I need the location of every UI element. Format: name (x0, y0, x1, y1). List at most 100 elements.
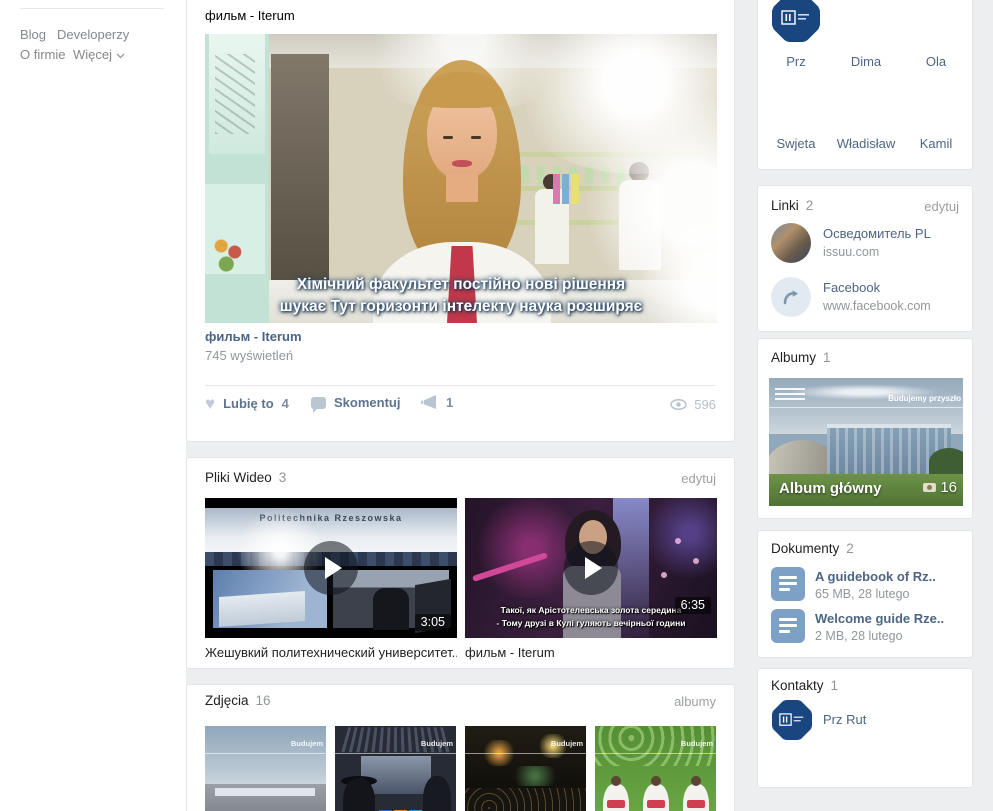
contact-name[interactable]: Prz Rut (823, 712, 866, 727)
external-link-arrow-icon (781, 287, 801, 307)
links-section-card: Linki2 edytuj Осведомитель PL issuu.com … (757, 185, 973, 332)
video-thumbnail-1[interactable]: Politechnika Rzeszowska 3:05 (205, 498, 457, 638)
albums-section-card: Albumy1 Budujemy przyszło Album główny 1… (757, 338, 973, 519)
footer-link-more[interactable]: Więcej (73, 47, 125, 62)
like-count: 4 (282, 396, 289, 411)
comment-button[interactable]: Skomentuj (311, 395, 400, 410)
video2-art-bokeh (693, 558, 699, 564)
photo-thumbnail-3[interactable]: Budujem (465, 726, 586, 811)
post-card: фильм - Iterum (186, 0, 735, 442)
video1-art-seat (373, 588, 409, 630)
videos-edit-link[interactable]: edytuj (681, 471, 716, 486)
video2-art-bokeh (675, 538, 681, 544)
album-name: Album główny (779, 480, 882, 497)
link1-avatar[interactable] (771, 223, 811, 263)
photo3-art-crowd (465, 788, 586, 811)
video-art-eye (471, 136, 481, 139)
members-card: Prz Dima Ola Swjeta Władisław Kamil (757, 0, 973, 170)
post-video-title-link[interactable]: фильм - Iterum (205, 329, 302, 344)
photo-thumbnail-1[interactable]: Budujem (205, 726, 326, 811)
contact-avatar[interactable] (771, 699, 813, 741)
member-name[interactable]: Dima (830, 54, 902, 69)
footer-more-label: Więcej (73, 47, 112, 62)
document-icon[interactable] (771, 609, 805, 643)
album-photo-count: 16 (923, 479, 957, 496)
contacts-section-card: Kontakty1 Prz Rut (757, 668, 973, 788)
member-name[interactable]: Władisław (830, 136, 902, 151)
video1-art-building-shape (219, 591, 305, 627)
member-avatar-prz[interactable] (771, 0, 821, 43)
photo-thumbnail-4[interactable]: Budujem (595, 726, 716, 811)
photos-header-label: Zdjęcia (205, 693, 249, 708)
album-art-logo-text (775, 388, 805, 400)
video-thumbnail-2[interactable]: Такої, як Арістотелевська золота середин… (465, 498, 717, 638)
documents-section-card: Dokumenty 2 A guidebook of Rz.. 65 MB, 28… (757, 530, 973, 658)
document-icon[interactable] (771, 567, 805, 601)
album-art-trees (929, 448, 963, 476)
footer-link-blog[interactable]: Blog (20, 27, 46, 42)
comment-label: Skomentuj (334, 395, 400, 410)
member-name[interactable]: Kamil (900, 136, 972, 151)
footer-divider (20, 8, 164, 9)
chevron-down-icon (116, 53, 125, 59)
album-overlay-slogan: Budujemy przyszło (888, 394, 961, 403)
albums-section-header[interactable]: Albumy1 (771, 350, 831, 365)
documents-section-header[interactable]: Dokumenty 2 (771, 541, 854, 556)
album-cover[interactable]: Budujemy przyszło Album główny 16 (769, 378, 963, 506)
videos-count: 3 (279, 470, 287, 485)
links-header-label: Linki (771, 198, 799, 213)
links-edit-link[interactable]: edytuj (924, 199, 959, 214)
play-icon[interactable] (564, 541, 618, 595)
link2-title[interactable]: Facebook (823, 280, 880, 295)
photo-thumbnail-2[interactable]: Budujem (335, 726, 456, 811)
document1-title[interactable]: A guidebook of Rz.. (815, 569, 936, 584)
document2-title[interactable]: Welcome guide Rze.. (815, 611, 944, 626)
photo4-art-dancer (643, 784, 669, 811)
link1-title[interactable]: Осведомитель PL (823, 226, 931, 241)
photo-watermark: Budujem (421, 739, 453, 748)
photo4-art-dancer (603, 784, 629, 811)
like-button[interactable]: ♥ Lubię to 4 (205, 395, 289, 412)
album-count-number: 16 (940, 479, 957, 496)
photos-albums-link[interactable]: albumy (674, 694, 716, 709)
footer-link-about[interactable]: O firmie (20, 47, 66, 62)
member-name[interactable]: Swjeta (760, 136, 832, 151)
member-name[interactable]: Ola (900, 54, 972, 69)
share-icon (419, 395, 438, 410)
post-video-player[interactable]: Хімічний факультет постійно нові рішення… (205, 34, 717, 323)
post-video-views: 745 wyświetleń (205, 348, 293, 363)
video2-caption[interactable]: фильм - Iterum (465, 645, 717, 660)
video2-art-bokeh (661, 572, 667, 578)
footer-link-developers[interactable]: Developerzy (57, 27, 129, 42)
photo-watermark-line (595, 753, 716, 754)
video-art-door (271, 54, 329, 280)
contacts-section-header[interactable]: Kontakty1 (771, 678, 838, 693)
photo1-art-facade (215, 788, 315, 796)
documents-header-label: Dokumenty (771, 541, 839, 556)
photos-count: 16 (256, 693, 271, 708)
videos-section-header[interactable]: Pliki Wideo3 (205, 470, 286, 485)
heart-icon: ♥ (205, 395, 215, 412)
video-art-test-tubes (553, 174, 579, 204)
video-art-eye (443, 136, 453, 139)
photo-watermark-line (465, 753, 586, 754)
photos-section-card: Zdjęcia 16 albumy Budujem Budujem (186, 684, 735, 811)
links-section-header[interactable]: Linki2 (771, 198, 813, 213)
share-button[interactable]: 1 (419, 395, 453, 410)
photo-watermark: Budujem (291, 739, 323, 748)
post-views-counter: 596 (670, 397, 716, 412)
video2-duration-badge: 6:35 (675, 597, 711, 614)
video1-caption[interactable]: Жешувкий политехнический университет... (205, 645, 457, 660)
document1-meta: 65 MB, 28 lutego (815, 587, 910, 601)
photo-watermark-line (335, 753, 456, 754)
documents-count: 2 (846, 541, 854, 556)
left-footer-panel: Blog Developerzy O firmie Więcej (0, 0, 186, 811)
share-count: 1 (446, 395, 453, 410)
play-icon[interactable] (304, 541, 358, 595)
photos-section-header[interactable]: Zdjęcia 16 (205, 693, 271, 708)
link2-avatar[interactable] (771, 277, 811, 317)
like-label: Lubię to (223, 396, 274, 411)
videos-section-card: Pliki Wideo3 edytuj Politechnika Rzeszow… (186, 457, 735, 669)
member-name[interactable]: Prz (760, 54, 832, 69)
video-art-neck (446, 174, 478, 202)
